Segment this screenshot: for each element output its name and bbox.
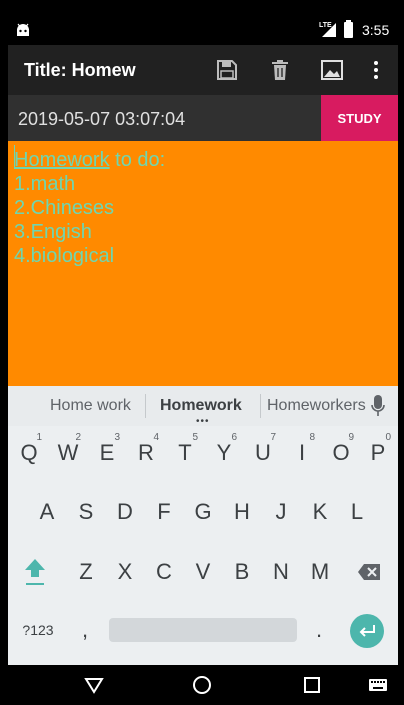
more-suggestions-dots[interactable]: •••: [196, 416, 210, 427]
soft-keyboard: Home work Homework ••• Homeworkers Q1 W2…: [8, 386, 398, 665]
key-hint: 6: [231, 432, 237, 443]
key-label: T: [178, 440, 192, 465]
note-timestamp: 2019-05-07 03:07:04: [18, 109, 186, 129]
save-icon[interactable]: [215, 58, 239, 82]
phone-screen: LTE 3:55 Title: Homew 2019-05-07 03:07:0…: [0, 0, 404, 705]
key-hint: 3: [114, 432, 120, 443]
delete-icon[interactable]: [268, 58, 292, 82]
note-editor[interactable]: Homework to do: 1.math 2.Chineses 3.Engi…: [8, 141, 398, 386]
microphone-icon[interactable]: [371, 395, 385, 417]
key-l[interactable]: L: [340, 487, 374, 537]
date-bar: 2019-05-07 03:07:04 STUDY: [8, 95, 398, 141]
image-icon[interactable]: [320, 58, 344, 82]
suggestion-left[interactable]: Home work: [50, 397, 131, 415]
note-misspelled-word: Homework: [14, 149, 110, 171]
key-c[interactable]: C: [147, 547, 181, 597]
overflow-menu-icon[interactable]: [364, 58, 388, 82]
key-hint: 2: [75, 432, 81, 443]
comma-key[interactable]: ,: [70, 605, 100, 655]
suggestion-divider: [145, 394, 146, 418]
key-x[interactable]: X: [108, 547, 142, 597]
key-b[interactable]: B: [225, 547, 259, 597]
key-s[interactable]: S: [69, 487, 103, 537]
space-bar[interactable]: [109, 618, 297, 642]
key-hint: 7: [270, 432, 276, 443]
key-a[interactable]: A: [30, 487, 64, 537]
recents-icon[interactable]: [302, 675, 322, 695]
key-e[interactable]: E3: [90, 428, 124, 478]
key-label: Q: [20, 440, 38, 465]
key-label: I: [298, 440, 306, 465]
navigation-bar: [0, 665, 404, 705]
enter-key[interactable]: [350, 614, 384, 648]
suggestion-divider: [260, 394, 261, 418]
study-button[interactable]: STUDY: [321, 95, 398, 141]
key-hint: 4: [153, 432, 159, 443]
period-key[interactable]: .: [304, 605, 334, 655]
note-title: Title: Homew: [24, 60, 136, 80]
enter-icon: [359, 625, 375, 637]
backspace-icon: [358, 564, 380, 580]
note-line: 1.math: [14, 173, 76, 195]
key-hint: 5: [192, 432, 198, 443]
key-w[interactable]: W2: [51, 428, 85, 478]
symbols-key[interactable]: ?123: [18, 605, 58, 655]
note-line: 4.biological: [14, 245, 115, 267]
android-debug-icon: [17, 23, 29, 36]
note-line: 2.Chineses: [14, 197, 115, 219]
battery-icon: [344, 20, 353, 38]
key-hint: 1: [36, 432, 42, 443]
key-g[interactable]: G: [186, 487, 220, 537]
suggestion-center[interactable]: Homework: [160, 397, 242, 415]
key-m[interactable]: M: [303, 547, 337, 597]
key-i[interactable]: I8: [285, 428, 319, 478]
key-label: P: [370, 440, 386, 465]
shift-icon: [25, 559, 45, 585]
note-line: 3.Engish: [14, 221, 92, 243]
key-label: O: [332, 440, 350, 465]
key-j[interactable]: J: [264, 487, 298, 537]
key-d[interactable]: D: [108, 487, 142, 537]
note-line-text: to do:: [109, 149, 166, 171]
shift-key[interactable]: [18, 547, 52, 597]
key-k[interactable]: K: [303, 487, 337, 537]
key-label: U: [255, 440, 271, 465]
key-r[interactable]: R4: [129, 428, 163, 478]
key-v[interactable]: V: [186, 547, 220, 597]
key-label: Y: [216, 440, 232, 465]
key-label: R: [138, 440, 154, 465]
key-label: E: [99, 440, 115, 465]
status-time: 3:55: [362, 22, 390, 38]
key-u[interactable]: U7: [246, 428, 280, 478]
back-icon[interactable]: [84, 675, 104, 695]
key-t[interactable]: T5: [168, 428, 202, 478]
key-hint: 0: [385, 432, 391, 443]
key-q[interactable]: Q1: [12, 428, 46, 478]
note-line: Homework to do:: [14, 149, 165, 172]
key-label: W: [57, 440, 79, 465]
key-y[interactable]: Y6: [207, 428, 241, 478]
key-hint: 8: [309, 432, 315, 443]
key-hint: 9: [348, 432, 354, 443]
key-p[interactable]: P0: [361, 428, 395, 478]
home-icon[interactable]: [192, 675, 212, 695]
app-bar: Title: Homew: [8, 45, 398, 95]
key-n[interactable]: N: [264, 547, 298, 597]
suggestion-right[interactable]: Homeworkers: [267, 397, 366, 415]
suggestion-strip: Home work Homework ••• Homeworkers: [8, 386, 398, 427]
status-bar: LTE 3:55: [0, 16, 404, 45]
key-f[interactable]: F: [147, 487, 181, 537]
signal-icon: [322, 23, 336, 37]
key-z[interactable]: Z: [69, 547, 103, 597]
key-h[interactable]: H: [225, 487, 259, 537]
key-o[interactable]: O9: [324, 428, 358, 478]
backspace-key[interactable]: [352, 547, 386, 597]
keyboard-switch-icon[interactable]: [368, 675, 388, 695]
